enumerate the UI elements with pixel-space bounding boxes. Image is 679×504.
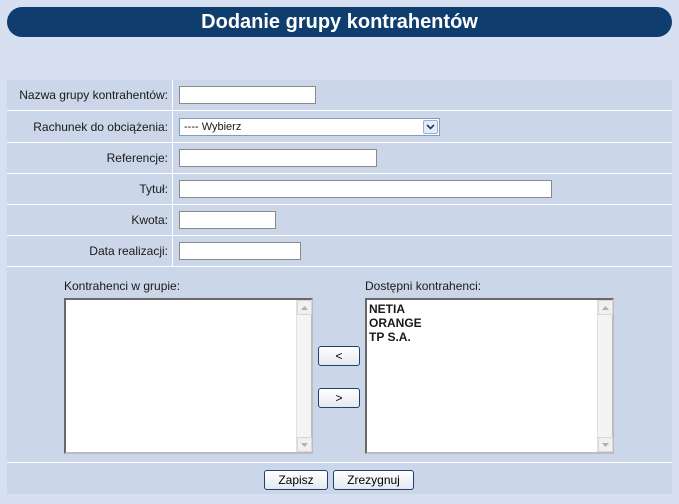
row-account: Rachunek do obciążenia: ---- Wybierz: [7, 111, 672, 143]
reference-label: Referencje:: [7, 143, 173, 173]
group-name-input[interactable]: [179, 86, 316, 104]
date-label: Data realizacji:: [7, 236, 173, 266]
account-select[interactable]: ---- Wybierz: [179, 117, 440, 136]
row-title: Tytuł:: [7, 174, 672, 205]
list-item[interactable]: ORANGE: [369, 316, 596, 330]
divider: [7, 462, 672, 463]
cancel-button[interactable]: Zrezygnuj: [333, 470, 414, 490]
title-input[interactable]: [179, 180, 552, 198]
row-date: Data realizacji:: [7, 236, 672, 267]
chevron-down-icon[interactable]: [423, 119, 438, 134]
amount-input[interactable]: [179, 211, 276, 229]
list-item[interactable]: TP S.A.: [369, 330, 596, 344]
scroll-down-arrow-icon[interactable]: [297, 437, 312, 452]
save-button[interactable]: Zapisz: [264, 470, 328, 490]
account-select-value: ---- Wybierz: [184, 120, 242, 133]
available-scrollbar[interactable]: [597, 300, 613, 452]
available-items: NETIA ORANGE TP S.A.: [369, 302, 596, 344]
reference-input[interactable]: [179, 149, 377, 167]
amount-label: Kwota:: [7, 205, 173, 235]
in-group-scrollbar[interactable]: [296, 300, 312, 452]
row-amount: Kwota:: [7, 205, 672, 236]
page-title: Dodanie grupy kontrahentów: [7, 7, 672, 37]
account-label: Rachunek do obciążenia:: [7, 111, 173, 142]
move-right-button[interactable]: >: [318, 388, 360, 408]
move-left-button[interactable]: <: [318, 346, 360, 366]
title-label: Tytuł:: [7, 174, 173, 204]
available-listbox[interactable]: NETIA ORANGE TP S.A.: [365, 298, 614, 454]
row-group-name: Nazwa grupy kontrahentów:: [7, 80, 672, 111]
group-form: Nazwa grupy kontrahentów: Rachunek do ob…: [7, 80, 672, 494]
in-group-listbox[interactable]: [64, 298, 313, 454]
scroll-up-arrow-icon[interactable]: [297, 300, 312, 315]
scroll-down-arrow-icon[interactable]: [598, 437, 613, 452]
available-label: Dostępni kontrahenci:: [365, 279, 482, 293]
in-group-label: Kontrahenci w grupie:: [64, 279, 181, 293]
date-input[interactable]: [179, 242, 301, 260]
row-reference: Referencje:: [7, 143, 672, 174]
list-item[interactable]: NETIA: [369, 302, 596, 316]
group-name-label: Nazwa grupy kontrahentów:: [7, 80, 173, 110]
scroll-up-arrow-icon[interactable]: [598, 300, 613, 315]
